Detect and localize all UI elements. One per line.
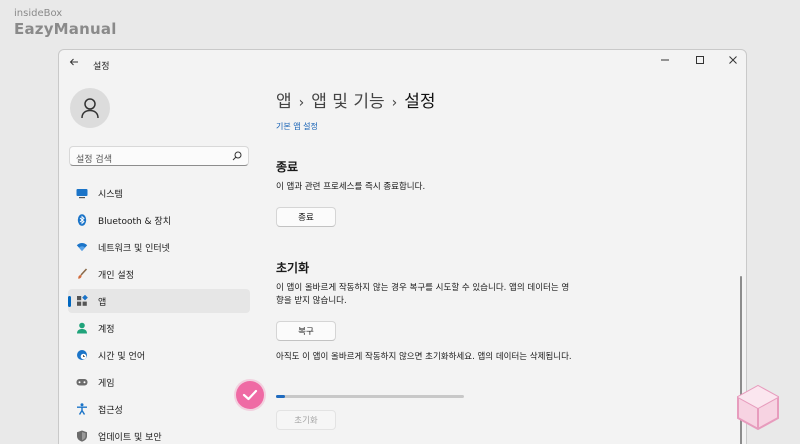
sidebar-item-label: Bluetooth & 장치 <box>98 217 171 227</box>
breadcrumb-item[interactable]: 앱 <box>276 92 292 112</box>
sidebar-item-label: 앱 <box>98 298 107 308</box>
settings-window: 설정 시스템 Bl <box>58 49 747 444</box>
terminate-description: 이 앱과 관련 프로세스를 즉시 종료합니다. <box>276 182 426 192</box>
accessibility-icon <box>77 403 87 415</box>
sidebar-item-label: 시스템 <box>98 190 123 200</box>
sidebar-item-update-security[interactable]: 업데이트 및 보안 <box>68 424 250 444</box>
sidebar-item-personalization[interactable]: 개인 설정 <box>68 262 250 286</box>
checkmark-icon <box>242 389 258 401</box>
bluetooth-icon <box>77 214 87 226</box>
brand-line2: EazyManual <box>14 20 117 38</box>
avatar[interactable] <box>70 88 110 128</box>
progress-fill <box>276 395 286 398</box>
brush-icon <box>78 268 88 279</box>
close-button[interactable] <box>716 53 746 71</box>
user-icon <box>81 98 99 119</box>
sidebar-item-label: 네트워크 및 인터넷 <box>98 244 170 254</box>
window-title: 설정 <box>93 62 110 72</box>
repair-button[interactable]: 복구 <box>276 321 336 341</box>
sidebar-item-accessibility[interactable]: 접근성 <box>68 397 250 421</box>
search-box <box>69 146 249 169</box>
reset-description: 아직도 이 앱이 올바르게 작동하지 않으면 초기화하세요. 앱의 데이터는 삭… <box>276 352 572 362</box>
shield-icon <box>77 430 87 442</box>
title-bar: 설정 <box>59 50 746 74</box>
minimize-icon <box>661 59 669 61</box>
sidebar-item-label: 업데이트 및 보안 <box>98 433 162 443</box>
breadcrumb: 앱 › 앱 및 기능 › 설정 <box>276 87 436 112</box>
reset-heading: 초기화 <box>276 261 310 275</box>
terminate-heading: 종료 <box>276 160 299 174</box>
sidebar-item-system[interactable]: 시스템 <box>68 181 250 205</box>
sidebar-item-label: 시간 및 언어 <box>98 352 146 362</box>
sidebar-item-gaming[interactable]: 게임 <box>68 370 250 394</box>
chevron-right-icon: › <box>391 95 398 111</box>
sidebar-item-apps[interactable]: 앱 <box>68 289 250 313</box>
wifi-icon <box>76 243 88 251</box>
gamepad-icon <box>76 379 88 386</box>
selection-indicator <box>68 296 71 307</box>
sidebar-item-accounts[interactable]: 계정 <box>68 316 250 340</box>
breadcrumb-item[interactable]: 앱 및 기능 <box>311 92 384 112</box>
close-icon <box>729 56 737 64</box>
sidebar-item-network[interactable]: 네트워크 및 인터넷 <box>68 235 250 259</box>
sidebar-item-label: 접근성 <box>98 406 123 416</box>
monitor-icon <box>76 189 88 199</box>
back-button[interactable] <box>67 56 81 70</box>
checkmark-badge <box>236 381 264 409</box>
person-icon <box>77 322 87 334</box>
terminate-button[interactable]: 종료 <box>276 207 336 227</box>
search-input[interactable] <box>70 151 220 169</box>
reset-progress-bar <box>276 395 464 398</box>
chevron-right-icon: › <box>298 95 305 111</box>
sidebar-item-label: 개인 설정 <box>98 271 134 281</box>
brand-logo: insideBox EazyManual <box>14 8 117 38</box>
arrow-left-icon <box>69 58 78 66</box>
cube-logo-icon <box>737 384 779 431</box>
sidebar-item-time-language[interactable]: 시간 및 언어 <box>68 343 250 367</box>
apps-icon <box>77 295 88 306</box>
search-icon[interactable] <box>232 151 242 161</box>
sidebar-item-bluetooth[interactable]: Bluetooth & 장치 <box>68 208 250 232</box>
sidebar-item-label: 게임 <box>98 379 115 389</box>
globe-clock-icon <box>77 350 87 360</box>
repair-description: 이 앱이 올바르게 작동하지 않는 경우 복구를 시도할 수 있습니다. 앱의 … <box>276 283 570 306</box>
reset-button: 초기화 <box>276 410 336 430</box>
minimize-button[interactable] <box>648 53 682 71</box>
maximize-icon <box>696 56 704 64</box>
sidebar-item-label: 계정 <box>98 325 115 335</box>
brand-line1: insideBox <box>14 8 63 19</box>
page-title: 설정 <box>404 92 436 112</box>
maximize-button[interactable] <box>683 53 717 71</box>
default-apps-link[interactable]: 기본 앱 설정 <box>276 121 318 132</box>
